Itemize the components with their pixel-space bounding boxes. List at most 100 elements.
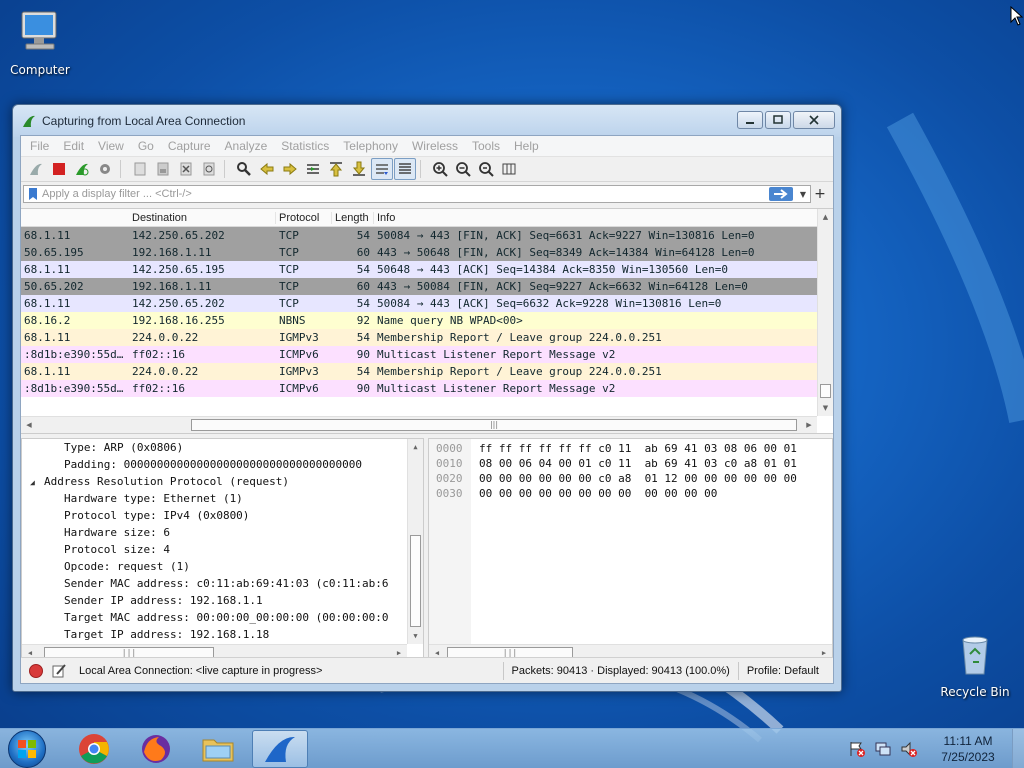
packet-list-vertical-scrollbar[interactable]: ▲ ▼ — [817, 209, 833, 416]
hex-line[interactable]: 08 00 06 04 00 01 c0 11 ab 69 41 03 c0 a… — [479, 456, 797, 471]
packet-row[interactable]: 68.1.11 142.250.65.202 TCP 54 50084 → 443 [F… — [21, 227, 833, 244]
go-last-button[interactable] — [348, 158, 370, 180]
close-button[interactable] — [793, 111, 835, 129]
detail-line[interactable]: Hardware type: Ethernet (1) — [22, 490, 423, 507]
go-first-button[interactable] — [325, 158, 347, 180]
start-button[interactable] — [8, 729, 46, 768]
desktop-icon-computer[interactable]: Computer — [0, 8, 80, 77]
packet-row[interactable]: :8d1b:e390:55d… ff02::16 ICMPv6 90 Multicast… — [21, 380, 833, 397]
detail-line[interactable]: Padding: 0000000000000000000000000000000… — [22, 456, 423, 473]
restart-capture-button[interactable] — [71, 158, 93, 180]
volume-muted-icon[interactable] — [900, 740, 918, 758]
detail-line-expanded[interactable]: ◢ Address Resolution Protocol (request) — [22, 473, 423, 490]
packet-details-pane[interactable]: Type: ARP (0x0806) Padding: 000000000000… — [21, 438, 424, 662]
scroll-down-arrow[interactable]: ▼ — [408, 628, 423, 644]
profile-text[interactable]: Profile: Default — [747, 665, 819, 677]
menu-statistics[interactable]: Statistics — [274, 139, 336, 153]
zoom-out-button[interactable] — [452, 158, 474, 180]
hex-line[interactable]: 00 00 00 00 00 00 00 00 00 00 00 00 — [479, 486, 797, 501]
packet-row[interactable]: 68.1.11 142.250.65.202 TCP 54 50084 → 443 [A… — [21, 295, 833, 312]
packet-row[interactable]: 68.1.11 224.0.0.22 IGMPv3 54 Membership Repo… — [21, 329, 833, 346]
detail-line[interactable]: Sender IP address: 192.168.1.1 — [22, 592, 423, 609]
menu-analyze[interactable]: Analyze — [218, 139, 275, 153]
expanded-triangle-icon[interactable]: ◢ — [30, 474, 44, 490]
hex-line[interactable]: ff ff ff ff ff ff c0 11 ab 69 41 03 08 0… — [479, 441, 797, 456]
taskbar-firefox[interactable] — [128, 730, 184, 768]
filter-history-dropdown[interactable]: ▼ — [796, 190, 810, 199]
scroll-down-arrow[interactable]: ▼ — [818, 400, 833, 416]
scroll-up-arrow[interactable]: ▲ — [818, 209, 833, 225]
menu-wireless[interactable]: Wireless — [405, 139, 465, 153]
packet-row[interactable]: 68.1.11 224.0.0.22 IGMPv3 54 Membership Repo… — [21, 363, 833, 380]
menu-edit[interactable]: Edit — [56, 139, 91, 153]
hex-dump[interactable]: ff ff ff ff ff ff c0 11 ab 69 41 03 08 0… — [479, 441, 797, 501]
go-back-button[interactable] — [256, 158, 278, 180]
stop-capture-button[interactable] — [48, 158, 70, 180]
packet-row[interactable]: 68.16.2 192.168.16.255 NBNS 92 Name query NB… — [21, 312, 833, 329]
display-filter-input[interactable] — [42, 188, 769, 200]
scrollbar-thumb[interactable] — [410, 535, 421, 627]
capture-options-button[interactable] — [94, 158, 116, 180]
display-filter-box[interactable]: ▼ — [23, 185, 811, 203]
taskbar-chrome[interactable] — [66, 730, 122, 768]
apply-filter-button[interactable] — [769, 187, 793, 201]
maximize-button[interactable] — [765, 111, 791, 129]
expert-info-icon[interactable] — [29, 663, 43, 678]
packet-row[interactable]: 50.65.195 192.168.1.11 TCP 60 443 → 50648 [F… — [21, 244, 833, 261]
close-file-button[interactable] — [175, 158, 197, 180]
desktop-icon-recycle-bin[interactable]: Recycle Bin — [935, 630, 1015, 699]
details-vertical-scrollbar[interactable]: ▲ ▼ — [407, 439, 423, 644]
bookmark-icon[interactable] — [28, 187, 38, 201]
packet-row[interactable]: 68.1.11 142.250.65.195 TCP 54 50648 → 443 [A… — [21, 261, 833, 278]
scroll-right-arrow[interactable]: ▶ — [801, 417, 817, 433]
hex-line[interactable]: 00 00 00 00 00 00 c0 a8 01 12 00 00 00 0… — [479, 471, 797, 486]
open-file-button[interactable] — [129, 158, 151, 180]
minimize-button[interactable] — [737, 111, 763, 129]
column-header-protocol[interactable]: Protocol — [276, 211, 332, 224]
detail-line[interactable]: Sender MAC address: c0:11:ab:69:41:03 (c… — [22, 575, 423, 592]
column-header-info[interactable]: Info — [374, 211, 833, 224]
start-capture-button[interactable] — [25, 158, 47, 180]
reload-file-button[interactable] — [198, 158, 220, 180]
packet-row[interactable]: 50.65.202 192.168.1.11 TCP 60 443 → 50084 [F… — [21, 278, 833, 295]
action-center-flag-icon[interactable] — [848, 740, 866, 758]
scrollbar-thumb[interactable] — [820, 384, 831, 398]
detail-line[interactable]: Protocol type: IPv4 (0x0800) — [22, 507, 423, 524]
normal-size-button[interactable] — [475, 158, 497, 180]
capture-comment-icon[interactable] — [51, 663, 67, 679]
zoom-in-button[interactable] — [429, 158, 451, 180]
add-filter-button[interactable]: + — [811, 186, 829, 202]
detail-line[interactable]: Hardware size: 6 — [22, 524, 423, 541]
scroll-up-arrow[interactable]: ▲ — [408, 439, 423, 455]
menu-capture[interactable]: Capture — [161, 139, 218, 153]
menu-help[interactable]: Help — [507, 139, 546, 153]
taskbar-explorer[interactable] — [190, 730, 246, 768]
detail-line[interactable]: Target IP address: 192.168.1.18 — [22, 626, 423, 643]
menu-view[interactable]: View — [91, 139, 131, 153]
column-header-length[interactable]: Length — [332, 211, 374, 224]
menu-file[interactable]: File — [23, 139, 56, 153]
taskbar-wireshark[interactable] — [252, 729, 308, 768]
auto-scroll-button[interactable] — [371, 158, 393, 180]
colorize-button[interactable] — [394, 158, 416, 180]
system-clock[interactable]: 11:11 AM 7/25/2023 — [928, 733, 1008, 765]
menu-go[interactable]: Go — [131, 139, 161, 153]
packet-list-pane[interactable]: Destination Protocol Length Info 68.1.11… — [21, 208, 833, 434]
go-to-packet-button[interactable] — [302, 158, 324, 180]
detail-line[interactable]: Type: ARP (0x0806) — [22, 439, 423, 456]
network-icon[interactable] — [874, 740, 892, 758]
detail-line[interactable]: Target MAC address: 00:00:00_00:00:00 (0… — [22, 609, 423, 626]
scrollbar-thumb[interactable]: ||| — [191, 419, 797, 431]
wireshark-window[interactable]: Capturing from Local Area Connection Fil… — [12, 104, 842, 692]
detail-line[interactable]: Protocol size: 4 — [22, 541, 423, 558]
save-file-button[interactable] — [152, 158, 174, 180]
packet-list-horizontal-scrollbar[interactable]: ◀ ||| ▶ — [21, 416, 817, 433]
packet-row[interactable]: :8d1b:e390:55d… ff02::16 ICMPv6 90 Multicast… — [21, 346, 833, 363]
resize-columns-button[interactable] — [498, 158, 520, 180]
detail-line[interactable]: Opcode: request (1) — [22, 558, 423, 575]
title-bar[interactable]: Capturing from Local Area Connection — [13, 105, 841, 137]
go-forward-button[interactable] — [279, 158, 301, 180]
menu-tools[interactable]: Tools — [465, 139, 507, 153]
show-desktop-button[interactable] — [1012, 728, 1024, 768]
find-packet-button[interactable] — [233, 158, 255, 180]
